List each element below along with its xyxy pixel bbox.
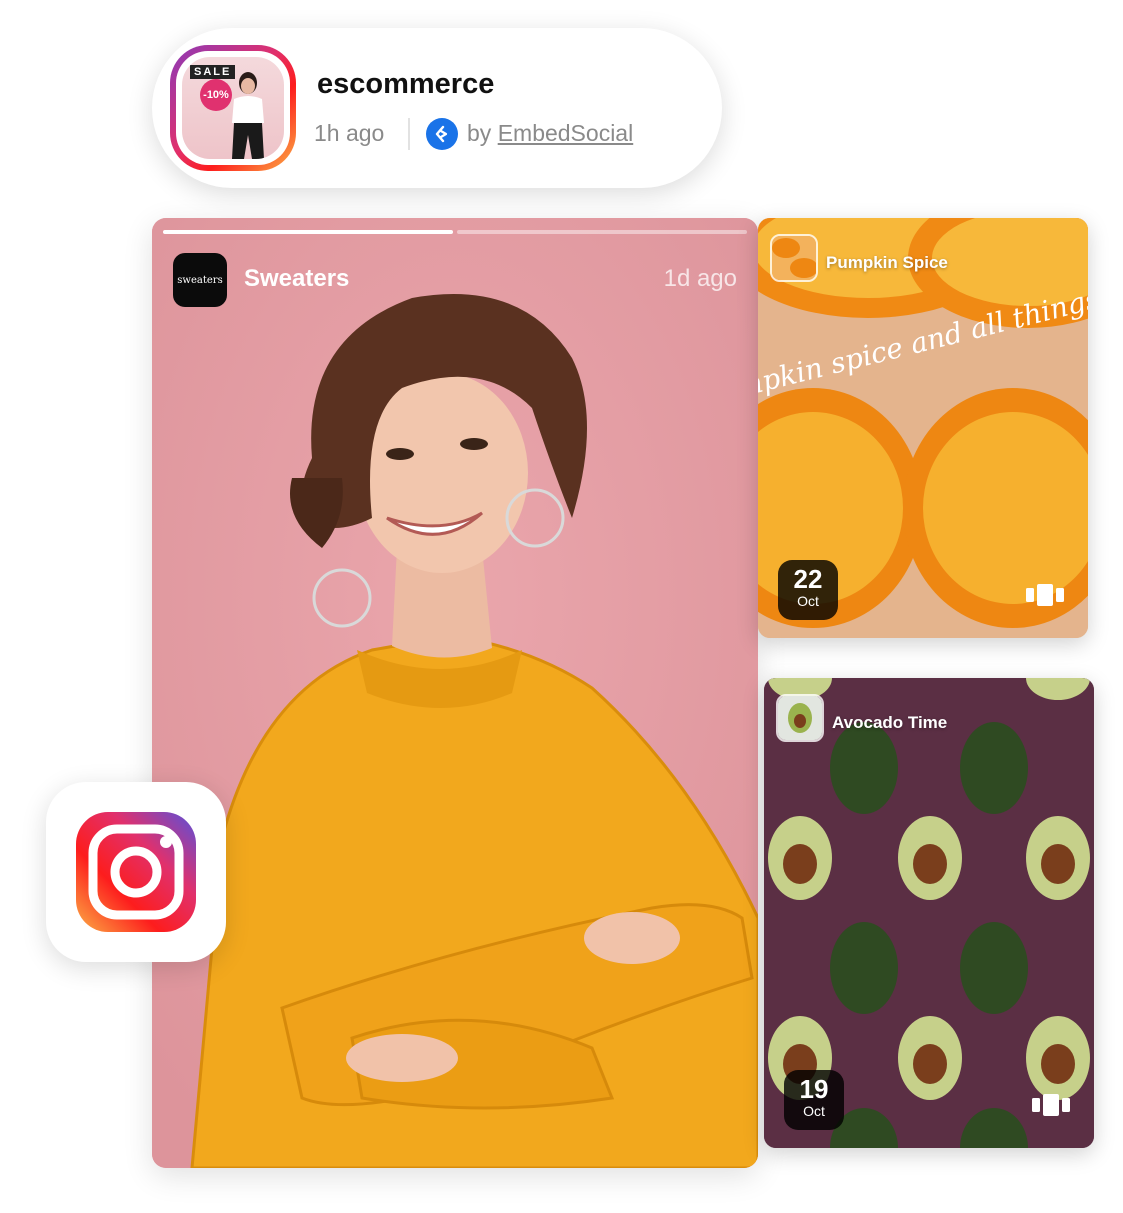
date-month: Oct [803, 1103, 825, 1119]
story-title: Avocado Time [832, 713, 948, 732]
date-badge: 19 Oct [784, 1070, 844, 1130]
post-time: 1h ago [314, 120, 385, 146]
story-title: Pumpkin Spice [826, 253, 948, 272]
divider [408, 118, 410, 150]
provider-credit: by EmbedSocial [467, 120, 633, 147]
carousel-icon [1026, 584, 1064, 606]
sweaters-logo[interactable]: sweaters [173, 253, 227, 307]
discount-badge: -10% [200, 79, 232, 111]
pumpkin-thumb [770, 234, 818, 282]
story-account-name[interactable]: Sweaters [244, 265, 349, 293]
instagram-icon [76, 812, 196, 932]
main-story-card[interactable]: sweaters Sweaters 1d ago [152, 218, 758, 1168]
story-time: 1d ago [663, 265, 737, 292]
account-name[interactable]: escommerce [317, 68, 494, 101]
by-label: by [467, 120, 492, 146]
sale-tag: SALE [190, 65, 236, 79]
story-progress-1 [163, 230, 453, 234]
embedsocial-link[interactable]: EmbedSocial [498, 120, 634, 146]
story-card-avocado[interactable]: Avocado Time 19 Oct [764, 678, 1094, 1148]
avatar-image: SALE -10% [182, 57, 284, 159]
date-month: Oct [797, 593, 819, 609]
story-card-pumpkin[interactable]: pumpkin spice and all things nice Pumpki… [758, 218, 1088, 638]
story-header-pill: SALE -10% escommerce 1h ago by EmbedSoci… [152, 28, 722, 188]
date-day: 22 [793, 564, 823, 594]
story-progress-2 [457, 230, 747, 234]
story-ring-avatar[interactable]: SALE -10% [170, 45, 296, 171]
carousel-icon [1032, 1094, 1070, 1116]
story-image [152, 218, 758, 1168]
date-badge: 22 Oct [778, 560, 838, 620]
date-day: 19 [799, 1074, 829, 1104]
embedsocial-icon [426, 118, 458, 150]
avocado-thumb [776, 694, 824, 742]
instagram-badge [46, 782, 226, 962]
